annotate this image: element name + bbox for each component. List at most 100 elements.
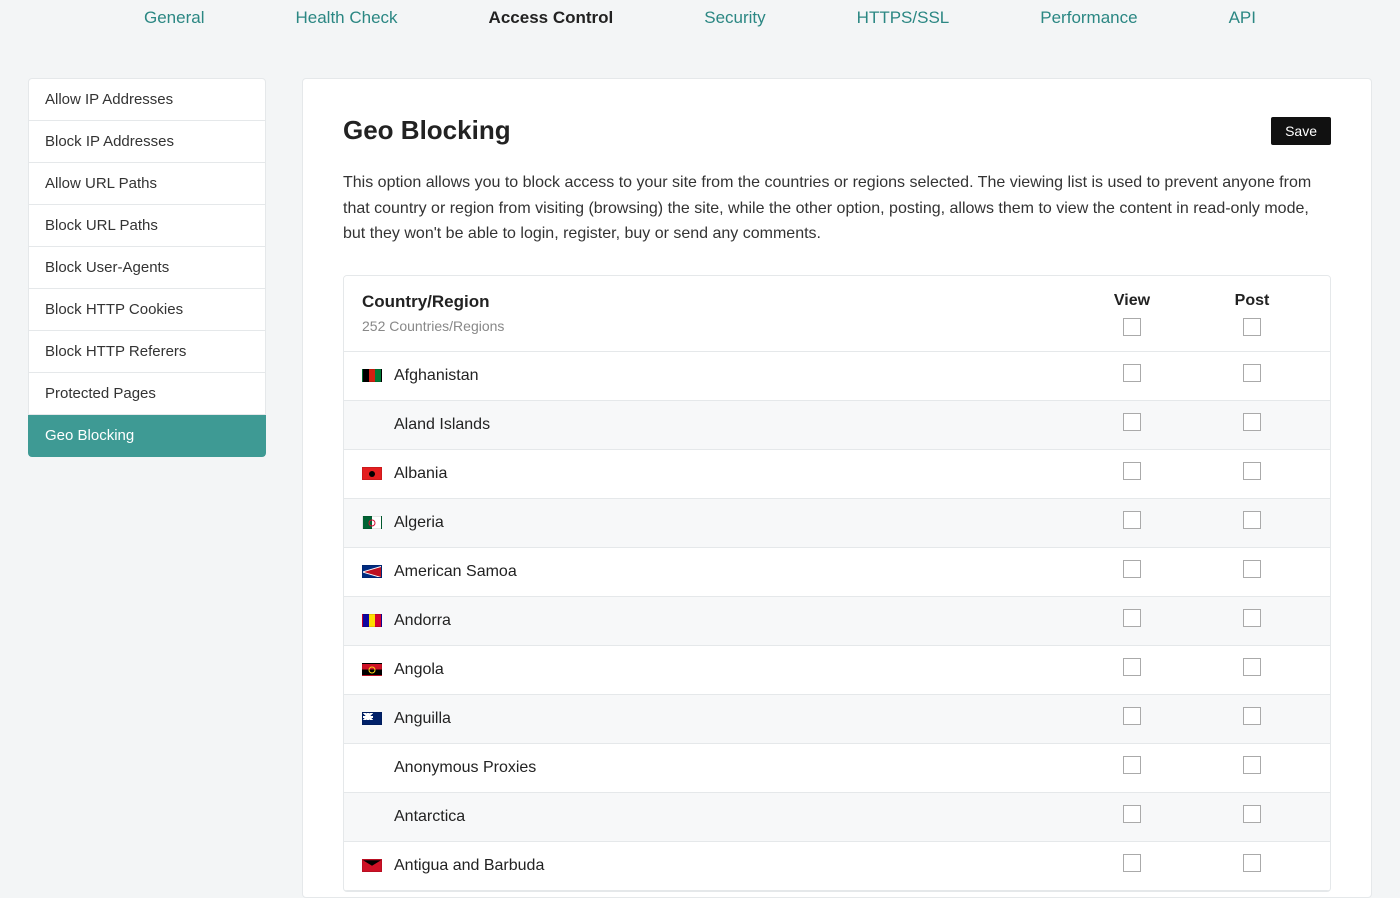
table-row: Afghanistan xyxy=(344,352,1330,401)
cell-post xyxy=(1192,854,1312,877)
panel-description: This option allows you to block access t… xyxy=(343,170,1331,247)
checkbox-view[interactable] xyxy=(1123,413,1141,431)
tab-api[interactable]: API xyxy=(1225,0,1260,36)
checkbox-view[interactable] xyxy=(1123,805,1141,823)
checkbox-view[interactable] xyxy=(1123,560,1141,578)
checkbox-view[interactable] xyxy=(1123,756,1141,774)
country-name: Anguilla xyxy=(394,710,451,728)
sidebar-item-block-cookies[interactable]: Block HTTP Cookies xyxy=(28,289,266,331)
cell-country: Andorra xyxy=(362,612,1072,630)
checkbox-view[interactable] xyxy=(1123,658,1141,676)
sidebar-item-protected[interactable]: Protected Pages xyxy=(28,373,266,415)
cell-country: Albania xyxy=(362,465,1072,483)
tab-https-ssl[interactable]: HTTPS/SSL xyxy=(853,0,954,36)
checkbox-post[interactable] xyxy=(1243,707,1261,725)
top-tabs: General Health Check Access Control Secu… xyxy=(0,0,1400,48)
checkbox-post[interactable] xyxy=(1243,364,1261,382)
country-name: American Samoa xyxy=(394,563,517,581)
table-header-row: Country/Region 252 Countries/Regions Vie… xyxy=(344,276,1330,352)
cell-view xyxy=(1072,854,1192,877)
cell-country: Algeria xyxy=(362,514,1072,532)
table-row: Albania xyxy=(344,450,1330,499)
country-name: Antigua and Barbuda xyxy=(394,857,544,875)
checkbox-view[interactable] xyxy=(1123,462,1141,480)
flag-dz-icon xyxy=(362,516,382,529)
flag-af-icon xyxy=(362,369,382,382)
flag-ad-icon xyxy=(362,614,382,627)
checkbox-post[interactable] xyxy=(1243,511,1261,529)
country-name: Albania xyxy=(394,465,447,483)
checkbox-post[interactable] xyxy=(1243,854,1261,872)
checkbox-view[interactable] xyxy=(1123,707,1141,725)
cell-country: Anonymous Proxies xyxy=(362,759,1072,777)
flag-al-icon xyxy=(362,467,382,480)
sidebar-item-block-url[interactable]: Block URL Paths xyxy=(28,205,266,247)
tab-health-check[interactable]: Health Check xyxy=(291,0,401,36)
table-row: Angola xyxy=(344,646,1330,695)
checkbox-post[interactable] xyxy=(1243,805,1261,823)
cell-view xyxy=(1072,805,1192,828)
table-row: Algeria xyxy=(344,499,1330,548)
header-country-label: Country/Region xyxy=(362,292,1072,312)
table-row: Anguilla xyxy=(344,695,1330,744)
header-view-label: View xyxy=(1114,292,1150,310)
country-name: Afghanistan xyxy=(394,367,479,385)
geo-table: Country/Region 252 Countries/Regions Vie… xyxy=(343,275,1331,892)
cell-post xyxy=(1192,756,1312,779)
sidebar-item-block-referers[interactable]: Block HTTP Referers xyxy=(28,331,266,373)
tab-general[interactable]: General xyxy=(140,0,208,36)
page-title: Geo Blocking xyxy=(343,115,511,146)
sidebar-item-geo[interactable]: Geo Blocking xyxy=(28,415,266,457)
tab-access-control[interactable]: Access Control xyxy=(485,0,618,36)
sidebar-item-allow-ip[interactable]: Allow IP Addresses xyxy=(28,78,266,121)
cell-post xyxy=(1192,413,1312,436)
cell-view xyxy=(1072,511,1192,534)
table-row: Aland Islands xyxy=(344,401,1330,450)
country-name: Angola xyxy=(394,661,444,679)
cell-country: Aland Islands xyxy=(362,416,1072,434)
cell-view xyxy=(1072,609,1192,632)
sidebar-item-block-ua[interactable]: Block User-Agents xyxy=(28,247,266,289)
checkbox-view[interactable] xyxy=(1123,609,1141,627)
table-row: Antigua and Barbuda xyxy=(344,842,1330,891)
cell-view xyxy=(1072,658,1192,681)
checkbox-post[interactable] xyxy=(1243,413,1261,431)
checkbox-view[interactable] xyxy=(1123,854,1141,872)
cell-post xyxy=(1192,609,1312,632)
header-country-count: 252 Countries/Regions xyxy=(362,318,1072,334)
cell-post xyxy=(1192,560,1312,583)
cell-post xyxy=(1192,805,1312,828)
cell-view xyxy=(1072,462,1192,485)
checkbox-view[interactable] xyxy=(1123,364,1141,382)
col-header-country: Country/Region 252 Countries/Regions xyxy=(362,292,1072,334)
col-header-post: Post xyxy=(1192,292,1312,336)
checkbox-post[interactable] xyxy=(1243,609,1261,627)
cell-country: Anguilla xyxy=(362,710,1072,728)
checkbox-post-all[interactable] xyxy=(1243,318,1261,336)
checkbox-view[interactable] xyxy=(1123,511,1141,529)
col-header-view: View xyxy=(1072,292,1192,336)
checkbox-post[interactable] xyxy=(1243,658,1261,676)
checkbox-post[interactable] xyxy=(1243,756,1261,774)
table-row: Anonymous Proxies xyxy=(344,744,1330,793)
main-panel: Geo Blocking Save This option allows you… xyxy=(302,78,1372,898)
tab-performance[interactable]: Performance xyxy=(1036,0,1141,36)
flag-ag-icon xyxy=(362,859,382,872)
cell-post xyxy=(1192,462,1312,485)
cell-country: Antarctica xyxy=(362,808,1072,826)
checkbox-post[interactable] xyxy=(1243,462,1261,480)
save-button[interactable]: Save xyxy=(1271,117,1331,145)
country-name: Aland Islands xyxy=(394,416,490,434)
tab-security[interactable]: Security xyxy=(700,0,769,36)
sidebar-item-block-ip[interactable]: Block IP Addresses xyxy=(28,121,266,163)
country-name: Andorra xyxy=(394,612,451,630)
table-row: American Samoa xyxy=(344,548,1330,597)
table-row: Antarctica xyxy=(344,793,1330,842)
flag-as-icon xyxy=(362,565,382,578)
checkbox-view-all[interactable] xyxy=(1123,318,1141,336)
sidebar-item-allow-url[interactable]: Allow URL Paths xyxy=(28,163,266,205)
sidebar: Allow IP AddressesBlock IP AddressesAllo… xyxy=(28,78,266,898)
checkbox-post[interactable] xyxy=(1243,560,1261,578)
flag-ai-icon xyxy=(362,712,382,725)
cell-post xyxy=(1192,511,1312,534)
